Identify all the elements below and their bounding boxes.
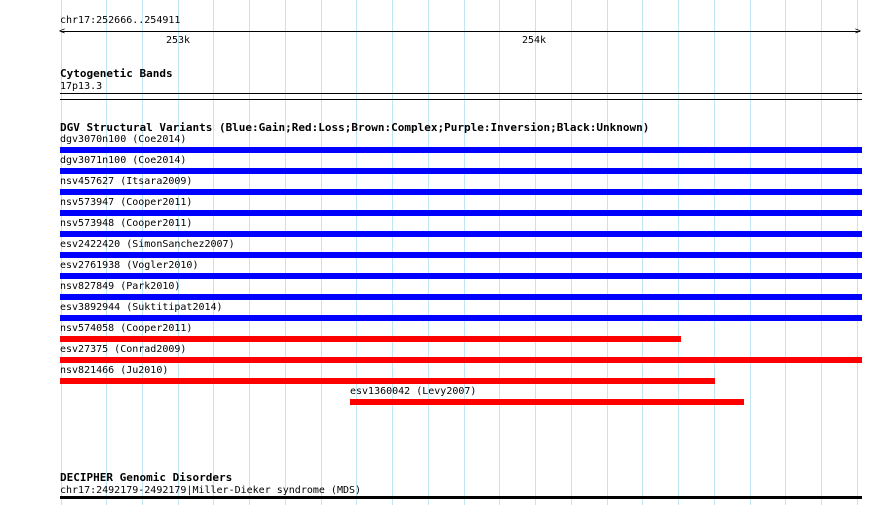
ruler-axis-line [61, 31, 860, 32]
dgv-variant-label[interactable]: esv2422420 (SimonSanchez2007) [60, 239, 235, 250]
dgv-variant-bar[interactable] [60, 147, 862, 153]
cytoband-rule-top [60, 93, 862, 94]
cytoband-label: 17p13.3 [60, 81, 103, 92]
dgv-variant-bar[interactable] [60, 252, 862, 258]
dgv-variant-label[interactable]: dgv3070n100 (Coe2014) [60, 134, 186, 145]
dgv-variant-label[interactable]: esv3892944 (Suktitipat2014) [60, 302, 223, 313]
cytoband-track-title: Cytogenetic Bands [60, 67, 173, 80]
decipher-entry-label[interactable]: chr17:2492179-2492179|Miller-Dieker synd… [60, 485, 361, 496]
dgv-variant-bar[interactable] [60, 294, 862, 300]
dgv-variant-bar[interactable] [60, 357, 862, 363]
dgv-variant-label[interactable]: dgv3071n100 (Coe2014) [60, 155, 186, 166]
ruler-tick-254k: 254k [522, 35, 547, 46]
dgv-variant-label[interactable]: nsv573948 (Cooper2011) [60, 218, 192, 229]
dgv-track-title: DGV Structural Variants (Blue:Gain;Red:L… [60, 121, 650, 134]
dgv-variant-bar[interactable] [60, 336, 681, 342]
dgv-variant-label[interactable]: nsv821466 (Ju2010) [60, 365, 168, 376]
ruler-tick-253k: 253k [166, 35, 191, 46]
dgv-variant-label[interactable]: esv27375 (Conrad2009) [60, 344, 186, 355]
cytoband-rule-bottom [60, 99, 862, 100]
dgv-variant-bar[interactable] [60, 210, 862, 216]
dgv-variant-bar[interactable] [60, 231, 862, 237]
ruler-right-arrow-icon: > [855, 26, 862, 37]
dgv-variant-bar[interactable] [60, 315, 862, 321]
dgv-variant-bar[interactable] [60, 168, 862, 174]
dgv-variant-bar[interactable] [60, 273, 862, 279]
dgv-variant-bar[interactable] [60, 189, 862, 195]
dgv-variant-label[interactable]: nsv827849 (Park2010) [60, 281, 180, 292]
dgv-variant-bar[interactable] [60, 378, 715, 384]
decipher-entry-bar[interactable] [60, 496, 862, 499]
dgv-variant-label[interactable]: nsv574058 (Cooper2011) [60, 323, 192, 334]
dgv-variant-label[interactable]: nsv457627 (Itsara2009) [60, 176, 192, 187]
dgv-variant-bar[interactable] [350, 399, 744, 405]
decipher-track-title: DECIPHER Genomic Disorders [60, 471, 233, 484]
dgv-variant-label[interactable]: esv1360042 (Levy2007) [350, 386, 476, 397]
dgv-variant-label[interactable]: nsv573947 (Cooper2011) [60, 197, 192, 208]
ruler-left-arrow-icon: < [59, 26, 66, 37]
ruler-range-label: chr17:252666..254911 [60, 15, 181, 26]
dgv-variant-label[interactable]: esv2761938 (Vogler2010) [60, 260, 198, 271]
